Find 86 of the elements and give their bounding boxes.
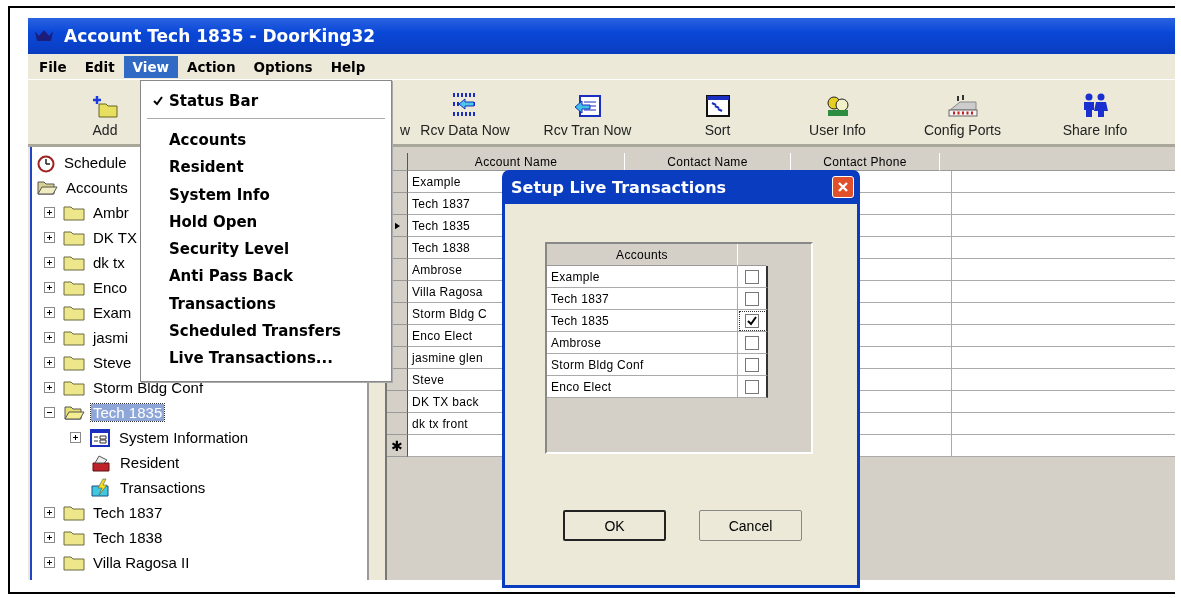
add-folder-icon: [91, 94, 119, 118]
toolbar-button[interactable]: Rcv Tran Now: [520, 80, 655, 144]
expander-box[interactable]: [44, 207, 55, 218]
toolbar-label: Sort: [704, 122, 731, 138]
toolbar-button[interactable]: Share Info: [1030, 80, 1160, 144]
tree-item[interactable]: Exam: [91, 304, 134, 321]
menu-item[interactable]: Resident: [141, 153, 391, 181]
check-icon: [153, 95, 163, 106]
checkbox[interactable]: [745, 313, 759, 328]
toolbar-label: Rcv Tran Now: [543, 122, 632, 138]
expander-box[interactable]: [44, 557, 55, 568]
toolbar-button[interactable]: Config Ports: [895, 80, 1030, 144]
tree-item[interactable]: Transactions: [118, 479, 208, 496]
two-people-icon: [1081, 92, 1109, 118]
tree-item[interactable]: Resident: [118, 454, 182, 471]
form-icon: [89, 427, 111, 448]
menu-item[interactable]: Action: [178, 55, 245, 78]
menu-item[interactable]: View: [123, 55, 179, 78]
cancel-button[interactable]: Cancel: [699, 510, 802, 541]
tree-item[interactable]: System Information: [117, 429, 251, 446]
menu-item[interactable]: Anti Pass Back: [141, 262, 391, 291]
users-icon: [824, 94, 851, 118]
toolbar-label: Share Info: [1062, 122, 1128, 138]
checkbox[interactable]: [745, 357, 759, 372]
sort-icon: [704, 94, 731, 118]
ok-button[interactable]: OK: [563, 510, 666, 541]
window-title: Account Tech 1835 - DoorKing32: [64, 26, 376, 46]
expander-box[interactable]: [44, 232, 55, 243]
menu-item[interactable]: Options: [244, 55, 322, 78]
close-icon: [837, 181, 849, 193]
toolbar-label: Add: [92, 122, 118, 138]
toolbar-label: Rcv Data Now: [420, 122, 510, 138]
expander-box[interactable]: [44, 382, 55, 393]
expander-box[interactable]: [44, 307, 55, 318]
box-lightning-icon: [90, 477, 112, 498]
menu-item[interactable]: Scheduled Transfers: [141, 317, 391, 345]
tree-item[interactable]: Enco: [91, 279, 130, 296]
tree-item[interactable]: dk tx: [91, 254, 127, 271]
expander-box[interactable]: [44, 407, 55, 418]
menu-item[interactable]: Help: [321, 55, 375, 78]
expander-box[interactable]: [44, 332, 55, 343]
expander-box[interactable]: [44, 532, 55, 543]
checkbox[interactable]: [745, 335, 759, 350]
toolbar-button[interactable]: Rcv Data Now: [410, 80, 520, 144]
tree-item[interactable]: Villa Ragosa II: [91, 554, 192, 571]
expander-box[interactable]: [44, 357, 55, 368]
menu-item[interactable]: Transactions: [141, 290, 391, 318]
checkbox[interactable]: [745, 379, 759, 394]
expander-box[interactable]: [44, 507, 55, 518]
tree-item[interactable]: Storm Bldg Conf: [91, 379, 206, 396]
menu-item[interactable]: System Info: [141, 180, 391, 209]
tree-item[interactable]: Ambr: [91, 204, 131, 221]
crown-icon: [34, 28, 54, 44]
expander-box[interactable]: [44, 282, 55, 293]
expander-box[interactable]: [44, 257, 55, 268]
close-button[interactable]: [832, 176, 854, 198]
checkbox[interactable]: [745, 269, 759, 284]
column-header: Account Name: [408, 153, 625, 171]
menu-item[interactable]: Hold Open: [141, 208, 391, 236]
table-cell: Enco Elect: [547, 376, 738, 398]
port-device-icon: [945, 94, 980, 118]
toolbar-button[interactable]: User Info: [780, 80, 895, 144]
window-arrow-icon: [573, 94, 602, 118]
table-cell: Ambrose: [547, 332, 738, 354]
tree-item[interactable]: DK TX: [91, 229, 139, 246]
menu-item[interactable]: File: [30, 55, 76, 78]
menu-item[interactable]: Security Level: [141, 235, 391, 263]
tree-item[interactable]: jasmi: [91, 329, 130, 346]
table-cell: Example: [547, 266, 738, 288]
tree-item[interactable]: Accounts: [64, 179, 130, 196]
table-cell: Tech 1835: [547, 310, 738, 332]
toolbar-label: Config Ports: [923, 122, 1001, 138]
new-row-marker: ✱: [387, 435, 408, 457]
checkbox[interactable]: [745, 291, 759, 306]
menu-item[interactable]: Live Transactions...: [141, 344, 391, 372]
tree-item[interactable]: Schedule: [62, 154, 129, 171]
tree-item[interactable]: Tech 1838: [91, 529, 165, 546]
tree-item[interactable]: Steve: [91, 354, 134, 371]
table-cell: Tech 1837: [547, 288, 738, 310]
table-cell: Storm Bldg Conf: [547, 354, 738, 376]
toolbar-label: User Info: [809, 122, 866, 138]
tree-item[interactable]: Tech 1837: [91, 504, 165, 521]
toolbar-button[interactable]: Sort: [655, 80, 780, 144]
expander-box[interactable]: [70, 432, 81, 443]
menu-item[interactable]: Edit: [75, 55, 124, 78]
current-row-icon: [394, 221, 400, 230]
